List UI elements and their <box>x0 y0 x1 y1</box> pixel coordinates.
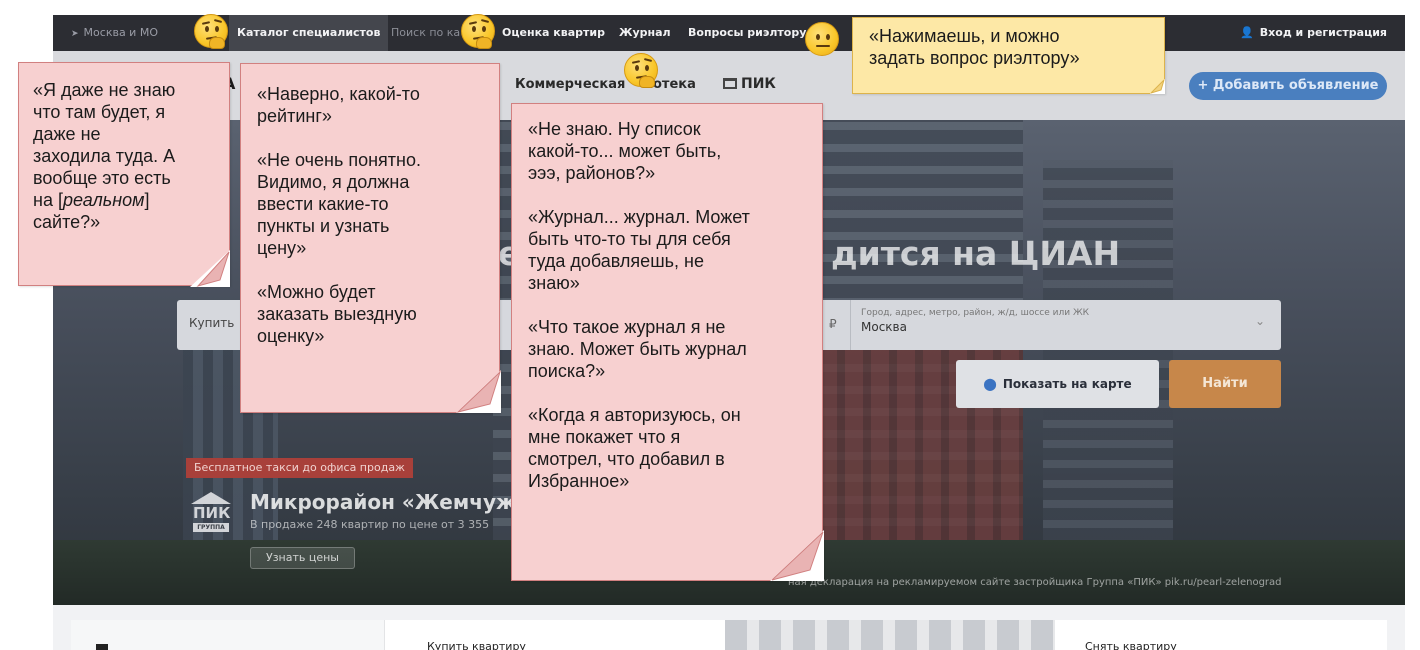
quote-line: «Когда я авторизуюсь, он <box>528 405 741 425</box>
promo-disclaimer: ная декларация на рекламируемом сайте за… <box>788 577 1282 588</box>
menu-item-pik[interactable]: ПИК <box>723 76 776 92</box>
pik-logo-group: ГРУППА <box>193 523 229 532</box>
quote-line: какой-то... может быть, <box>528 141 722 161</box>
callout-fold <box>456 370 502 413</box>
quote-paragraph: «Когда я авторизуюсь, он мне покажет что… <box>528 404 806 492</box>
thinking-face-icon <box>194 14 228 49</box>
quote-line: «Журнал... журнал. Может <box>528 207 750 227</box>
user-quote-callout: «Нажимаешь, и можно задать вопрос риэлто… <box>852 17 1165 94</box>
location-input-value: Москва <box>861 320 907 334</box>
deal-type-select[interactable]: Купить <box>189 316 234 330</box>
quote-line: «Не очень понятно. <box>257 150 421 170</box>
quote-line: даже не <box>33 124 101 144</box>
category-cards-row: Купить квартиру Снять квартиру <box>71 620 1387 650</box>
quote-line: Видимо, я должна <box>257 172 410 192</box>
user-quote-callout: «Наверно, какой-то рейтинг» «Не очень по… <box>240 63 500 413</box>
promo-badge: Бесплатное такси до офиса продаж <box>186 458 413 478</box>
quote-line: туда добавляешь, не <box>528 251 704 271</box>
quote-line: быть что-то ты для себя <box>528 229 731 249</box>
menu-item-pik-label: ПИК <box>741 76 776 92</box>
quote-line: на [реальном] <box>33 189 215 211</box>
quote-paragraph: «Не очень понятно. Видимо, я должна ввес… <box>257 149 483 259</box>
quote-line: «Нажимаешь, и можно <box>869 26 1060 46</box>
nav-search[interactable]: Поиск по ка <box>391 15 460 51</box>
hero-title: дится на ЦИАН <box>831 234 1121 273</box>
quote-emphasis: реальном <box>62 190 145 210</box>
pik-building-icon <box>723 78 737 89</box>
quote-line: «Можно будет <box>257 282 376 302</box>
quote-paragraph: «Не знаю. Ну список какой-то... может бы… <box>528 118 806 184</box>
quote-fragment: на [ <box>33 190 63 210</box>
callout-fold <box>190 250 230 287</box>
thinking-face-icon <box>624 53 658 88</box>
quote-paragraph: «Журнал... журнал. Может быть что-то ты … <box>528 206 806 294</box>
currency-sign: ₽ <box>829 317 837 331</box>
hero-building-illustration <box>1043 160 1173 540</box>
nav-journal[interactable]: Журнал <box>619 15 671 51</box>
learn-prices-button[interactable]: Узнать цены <box>250 547 355 569</box>
nav-realtor-questions[interactable]: Вопросы риэлтору <box>688 15 806 51</box>
region-label: Москва и МО <box>83 26 158 39</box>
quote-paragraph: «Что такое журнал я не знаю. Может быть … <box>528 316 806 382</box>
location-input-placeholder: Город, адрес, метро, район, ж/д, шоссе и… <box>861 308 1090 318</box>
neutral-face-icon <box>805 22 839 56</box>
quote-line: «Я даже не знаю <box>33 80 176 100</box>
menu-item-commercial[interactable]: Коммерческая <box>515 77 625 92</box>
callout-fold <box>770 530 824 581</box>
quote-line: смотрел, что добавил в <box>528 449 725 469</box>
add-listing-button[interactable]: + Добавить объявление <box>1189 72 1387 100</box>
quote-line: заказать выездную <box>257 304 417 324</box>
quote-line: «Наверно, какой-то <box>257 84 420 104</box>
card-image <box>725 620 1055 650</box>
section-heading-partial <box>96 644 108 650</box>
quote-fragment: ] <box>144 190 150 210</box>
card-buy-apartment[interactable]: Купить квартиру <box>427 640 526 650</box>
quote-line: мне покажет что я <box>528 427 681 447</box>
quote-paragraph: «Наверно, какой-то рейтинг» <box>257 83 483 127</box>
quote-line: вообще это есть <box>33 168 171 188</box>
promo-subtitle: В продаже 248 квартир по цене от 3 355 <box>250 518 490 531</box>
login-label: Вход и регистрация <box>1259 26 1387 39</box>
quote-line: ввести какие-то <box>257 194 389 214</box>
quote-line: «Что такое журнал я не <box>528 317 726 337</box>
quote-line: сайте?» <box>33 212 101 232</box>
quote-line: рейтинг» <box>257 106 332 126</box>
quote-line: цену» <box>257 238 307 258</box>
map-pin-icon: ⬤ <box>983 377 997 391</box>
quote-line: задать вопрос риэлтору» <box>869 48 1080 68</box>
user-quote-callout: «Не знаю. Ну список какой-то... может бы… <box>511 103 823 581</box>
nav-specialists-catalog[interactable]: Каталог специалистов <box>229 15 389 51</box>
show-on-map-button[interactable]: ⬤ Показать на карте <box>956 360 1159 408</box>
quote-line: что там будет, я <box>33 102 166 122</box>
find-button[interactable]: Найти <box>1169 360 1281 408</box>
quote-line: Избранное» <box>528 471 630 491</box>
pik-group-logo: ПИК ГРУППА <box>191 492 231 534</box>
chevron-down-icon[interactable]: ⌄ <box>1255 314 1265 328</box>
quote-line: поиска?» <box>528 361 606 381</box>
show-on-map-label: Показать на карте <box>1002 377 1132 391</box>
nav-apartment-valuation[interactable]: Оценка квартир <box>502 15 605 51</box>
quote-paragraph: «Можно будет заказать выездную оценку» <box>257 281 483 347</box>
pik-logo-roof <box>191 492 231 504</box>
location-arrow-icon: ➤ <box>71 29 79 39</box>
quote-line: знаю» <box>528 273 580 293</box>
callout-fold <box>1150 79 1165 94</box>
pik-logo-word: ПИК <box>193 504 231 522</box>
quote-line: заходила туда. А <box>33 146 176 166</box>
location-input[interactable]: Город, адрес, метро, район, ж/д, шоссе и… <box>850 300 1281 350</box>
card-rent-apartment[interactable]: Снять квартиру <box>1085 640 1177 650</box>
thinking-face-icon <box>461 14 495 49</box>
quote-line: пункты и узнать <box>257 216 390 236</box>
user-icon: 👤 <box>1240 26 1254 39</box>
top-navigation-bar: ➤ Москва и МО Каталог специалистов Поиск … <box>53 15 1405 51</box>
quote-line: знаю. Может быть журнал <box>528 339 747 359</box>
promo-title[interactable]: Микрорайон «Жемчужин <box>250 490 544 514</box>
quote-line: эээ, районов?» <box>528 163 656 183</box>
category-card[interactable] <box>71 620 385 650</box>
quote-line: «Не знаю. Ну список <box>528 119 701 139</box>
quote-line: оценку» <box>257 326 325 346</box>
region-selector[interactable]: ➤ Москва и МО <box>71 15 158 52</box>
login-link[interactable]: 👤 Вход и регистрация <box>1240 15 1387 51</box>
